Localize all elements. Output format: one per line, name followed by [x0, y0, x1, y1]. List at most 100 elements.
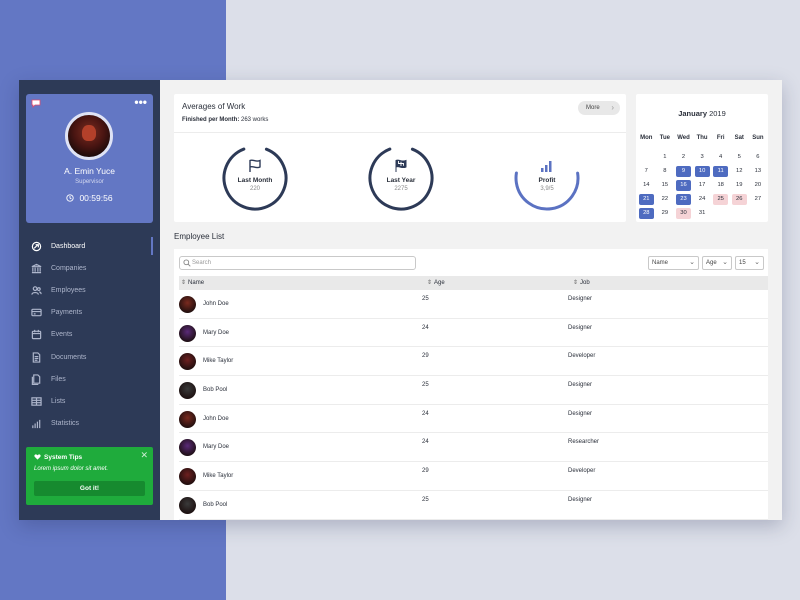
cell-name: Mary Doe [203, 444, 230, 451]
search-input[interactable]: Search [179, 256, 416, 270]
calendar-day[interactable]: 1 [656, 150, 675, 164]
cell-age: 24 [422, 439, 429, 446]
employee-list-title: Employee List [174, 232, 225, 241]
table-icon [31, 397, 42, 406]
sidebar-item-statistics[interactable]: Statistics [19, 413, 160, 435]
calendar-day[interactable]: 5 [730, 150, 749, 164]
signal-bars-icon [541, 161, 552, 172]
column-header-age[interactable]: ⇕ Age [425, 276, 571, 290]
calendar-day[interactable]: 6 [749, 150, 768, 164]
calendar-day[interactable]: 21 [637, 192, 656, 206]
sidebar-item-companies[interactable]: Companies [19, 257, 160, 279]
column-header-job[interactable]: ⇕ Job [571, 276, 761, 290]
calendar-icon [31, 330, 42, 340]
sidebar-item-label: Statistics [51, 420, 80, 428]
sidebar-item-events[interactable]: Events [19, 324, 160, 346]
sort-icon: ⇕ [427, 280, 433, 286]
sidebar-item-files[interactable]: Files [19, 368, 160, 390]
calendar-day[interactable]: 3 [693, 150, 712, 164]
avatar [179, 410, 196, 428]
calendar-day[interactable]: 20 [749, 178, 768, 192]
table-row[interactable]: John Doe 25 Designer [179, 290, 768, 319]
flag-outline-icon [249, 159, 261, 172]
calendar-day[interactable]: 13 [749, 164, 768, 178]
calendar-day[interactable]: 7 [637, 164, 656, 178]
cell-age: 24 [422, 410, 429, 417]
avatar [179, 296, 196, 313]
sidebar-item-payments[interactable]: Payments [19, 302, 160, 324]
cell-name: Mary Doe [203, 329, 230, 336]
sidebar-item-dashboard[interactable]: Dashboard [19, 235, 160, 257]
chat-logo-icon [31, 99, 41, 108]
calendar-day[interactable]: 11 [711, 164, 730, 178]
calendar-day[interactable]: 18 [711, 178, 730, 192]
avatar [179, 324, 196, 342]
gauge-label: Last Month [237, 177, 273, 184]
calendar-day[interactable]: 14 [637, 178, 656, 192]
calendar-day[interactable]: 30 [674, 206, 693, 220]
calendar-day[interactable]: 29 [656, 206, 675, 220]
calendar-day-number [750, 208, 765, 219]
table-row[interactable]: Bob Pool 25 Designer [179, 376, 768, 405]
calendar-day[interactable]: 10 [693, 164, 712, 178]
calendar-day[interactable]: 25 [711, 192, 730, 206]
calendar-day[interactable]: 19 [730, 178, 749, 192]
calendar-day[interactable]: 31 [693, 206, 712, 220]
calendar-day[interactable]: 26 [730, 192, 749, 206]
calendar-day[interactable]: 22 [656, 192, 675, 206]
table-row[interactable]: Mary Doe 24 Designer [179, 319, 768, 348]
calendar-day-number: 24 [698, 195, 706, 202]
sidebar-item-employees[interactable]: Employees [19, 279, 160, 301]
calendar-day[interactable]: 12 [730, 164, 749, 178]
calendar-day[interactable]: 28 [637, 206, 656, 220]
field-select[interactable]: Age ⌄ [702, 256, 732, 270]
calendar-day[interactable]: 27 [749, 192, 768, 206]
profile-avatar[interactable] [65, 112, 113, 160]
page-size-select[interactable]: 15 ⌄ [735, 256, 764, 270]
cell-job: Designer [568, 296, 593, 302]
calendar-day-number: 29 [661, 209, 669, 216]
calendar-day-number: 30 [675, 207, 691, 219]
more-button[interactable]: More › [578, 101, 620, 115]
calendar-day-number: 7 [644, 167, 648, 174]
sidebar-item-lists[interactable]: Lists [19, 390, 160, 412]
calendar-day[interactable]: 4 [711, 150, 730, 164]
bar-chart-icon [32, 419, 41, 429]
weekday-label: Sat [734, 135, 744, 141]
tips-close-button[interactable]: ✕ [140, 450, 148, 461]
got-it-button[interactable]: Got it! [34, 481, 145, 496]
profile-menu-button[interactable]: ••• [134, 95, 147, 109]
avatar [179, 439, 196, 457]
cell-name: John Doe [203, 415, 229, 422]
calendar-day[interactable]: 24 [693, 192, 712, 206]
gauge-last-month: Last Month 220 [221, 144, 289, 212]
table-row[interactable]: Mike Taylor 29 Developer [179, 347, 768, 377]
table-header: ⇕ Name ⇕ Age ⇕ Job [179, 276, 768, 290]
table-row[interactable]: Bob Pool 25 Designer [179, 491, 768, 520]
calendar-day[interactable]: 2 [674, 150, 693, 164]
calendar-day[interactable]: 8 [656, 164, 675, 178]
sidebar-item-documents[interactable]: Documents [19, 346, 160, 368]
sidebar-item-label: Employees [51, 286, 86, 294]
calendar-day-number: 27 [754, 195, 762, 202]
sort-select[interactable]: Name ⌄ [648, 256, 699, 270]
sidebar: ••• A. Emin Yuce Supervisor 00:59:56 Das… [19, 80, 160, 520]
cell-name: John Doe [203, 301, 229, 307]
table-row[interactable]: Mary Doe 24 Researcher [179, 433, 768, 463]
calendar-day[interactable]: 15 [656, 178, 675, 192]
cell-job: Developer [568, 353, 596, 360]
cell-job: Developer [568, 468, 596, 475]
calendar-day[interactable]: 17 [693, 178, 712, 192]
chevron-down-icon: ⌄ [722, 259, 728, 266]
column-header-name[interactable]: ⇕ Name [179, 276, 425, 290]
calendar-day-number: 18 [717, 181, 724, 188]
calendar-day[interactable]: 23 [674, 192, 693, 206]
page-size-value: 15 [739, 260, 746, 266]
calendar-day[interactable]: 9 [674, 164, 693, 178]
weekday-label: Thu [696, 135, 708, 141]
calendar-day-number: 19 [736, 181, 743, 188]
chevron-down-icon: ⌄ [754, 259, 760, 266]
table-row[interactable]: John Doe 24 Designer [179, 405, 768, 434]
calendar-day[interactable]: 16 [674, 178, 693, 192]
table-row[interactable]: Mike Taylor 29 Developer [179, 462, 768, 491]
